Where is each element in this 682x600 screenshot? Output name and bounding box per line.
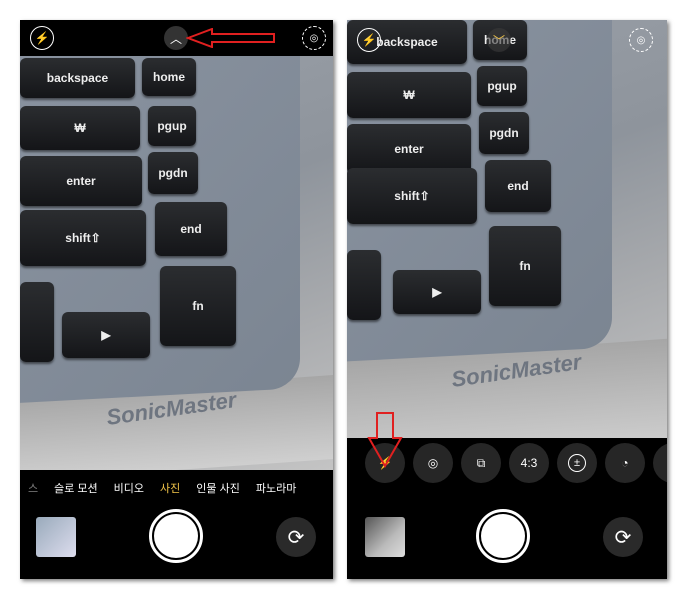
key-left — [20, 282, 54, 362]
key-enter: enter — [20, 156, 142, 206]
camera-screen-left: backspace home ₩ pgup enter pgdn shift⇧ … — [20, 20, 333, 579]
timer-icon[interactable]: ◔ — [605, 443, 645, 483]
shutter-button[interactable] — [476, 509, 530, 563]
more-control[interactable] — [653, 443, 667, 483]
switch-camera-icon[interactable]: ⟳ — [276, 517, 316, 557]
key-pgup: pgup — [148, 106, 196, 146]
top-bar: ⚡ ︿ ◎ — [20, 20, 333, 56]
annotation-arrow-left — [186, 28, 275, 48]
key-end: end — [155, 202, 227, 256]
key-fn: fn — [160, 266, 236, 346]
key-pgdn: pgdn — [479, 112, 529, 154]
mode-time-lapse[interactable]: 스 — [28, 480, 38, 496]
chevron-down-icon[interactable]: ﹀ — [487, 28, 511, 52]
key-pgdn: pgdn — [148, 152, 198, 194]
key-fn: fn — [489, 226, 561, 306]
live-photo-off-icon[interactable]: ◎ — [302, 26, 326, 50]
photo-thumbnail[interactable] — [365, 517, 405, 557]
key-end: end — [485, 160, 551, 212]
annotation-arrow-down — [367, 412, 403, 468]
key-home: home — [142, 58, 196, 96]
chevron-up-icon[interactable]: ︿ — [164, 26, 188, 50]
key-play: ▶ — [393, 270, 481, 314]
mode-pano[interactable]: 파노라마 — [256, 480, 296, 496]
key-play: ▶ — [62, 312, 150, 358]
key-enter: enter — [347, 124, 471, 174]
mode-slo-mo[interactable]: 슬로 모션 — [54, 480, 98, 496]
aspect-ratio-button[interactable]: 4:3 — [509, 443, 549, 483]
mode-portrait[interactable]: 인물 사진 — [196, 480, 240, 496]
viewfinder: backspace home ₩ pgup enter pgdn shift⇧ … — [347, 20, 667, 438]
key-won: ₩ — [347, 72, 471, 118]
photo-thumbnail[interactable] — [36, 517, 76, 557]
live-photo-off-icon[interactable]: ◎ — [629, 28, 653, 52]
key-won: ₩ — [20, 106, 140, 150]
key-pgup: pgup — [477, 66, 527, 106]
switch-camera-icon[interactable]: ⟳ — [603, 517, 643, 557]
shutter-button[interactable] — [149, 509, 203, 563]
key-shift: shift⇧ — [347, 168, 477, 224]
flash-off-icon[interactable]: ⚡ — [30, 26, 54, 50]
viewfinder: backspace home ₩ pgup enter pgdn shift⇧ … — [20, 56, 333, 470]
mode-video[interactable]: 비디오 — [114, 480, 144, 496]
key-shift: shift⇧ — [20, 210, 146, 266]
key-left — [347, 250, 381, 320]
mode-selector: 스 슬로 모션 비디오 사진 인물 사진 파노라마 — [20, 470, 333, 505]
camera-screen-right: backspace home ₩ pgup enter pgdn shift⇧ … — [347, 20, 667, 579]
live-photo-off-icon[interactable]: ◎ — [413, 443, 453, 483]
exposure-icon[interactable]: ± — [557, 443, 597, 483]
mode-photo[interactable]: 사진 — [160, 480, 180, 496]
filters-off-icon[interactable]: ⧉ — [461, 443, 501, 483]
flash-off-icon[interactable]: ⚡ — [357, 28, 381, 52]
key-backspace: backspace — [20, 58, 135, 98]
